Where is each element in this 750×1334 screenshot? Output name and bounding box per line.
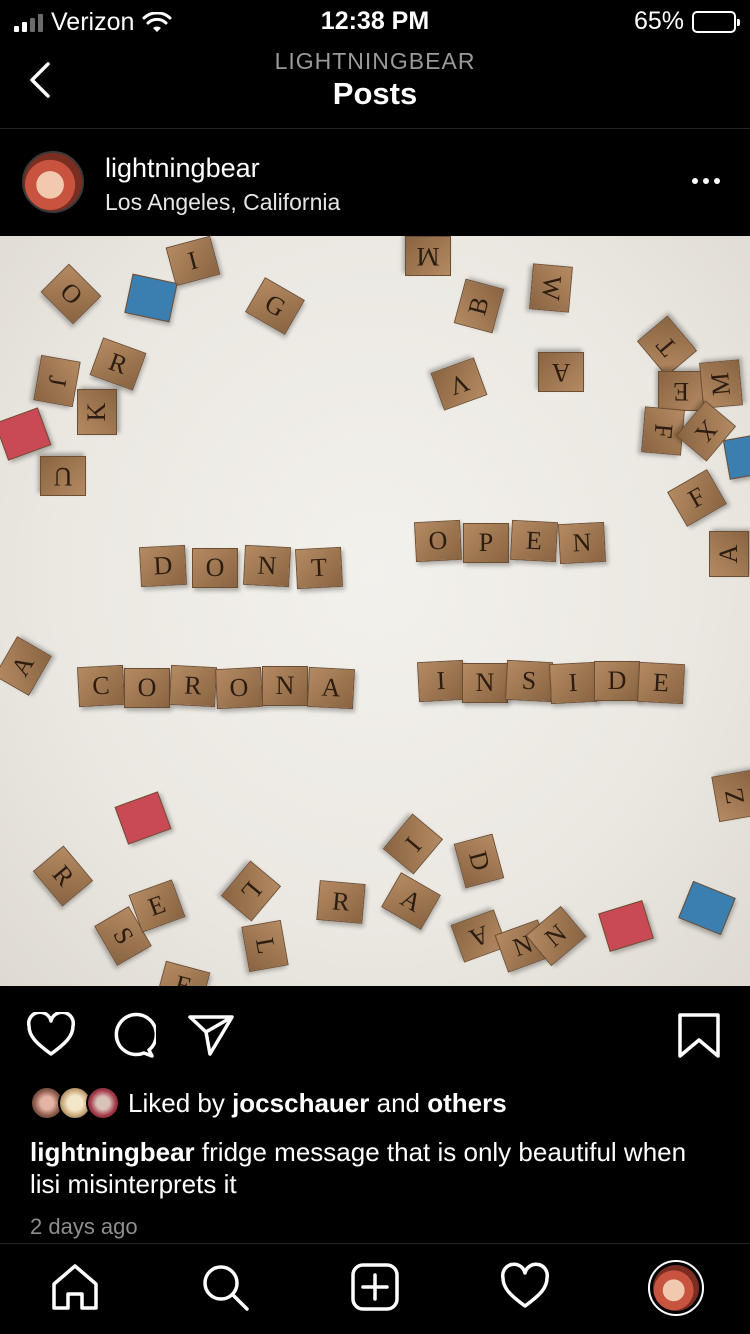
more-horizontal-icon[interactable] <box>686 171 726 191</box>
letter-tile: P <box>463 523 509 563</box>
letter-tile: L <box>220 860 282 922</box>
letter-tile: S <box>504 659 554 703</box>
avatar <box>86 1086 120 1120</box>
status-right: 65% <box>633 7 740 36</box>
letter-tile: R <box>89 337 147 391</box>
letter-tile: E <box>658 371 704 411</box>
letter-tile: M <box>405 236 451 276</box>
letter-tile: A <box>709 531 749 577</box>
likes-prefix: Liked by <box>128 1087 225 1118</box>
letter-tile: A <box>0 636 52 696</box>
letter-tile: N <box>242 544 292 588</box>
page-title: Posts <box>332 76 418 111</box>
heart-icon[interactable] <box>26 1012 76 1058</box>
bonus-tile <box>678 880 736 936</box>
letter-tile: A <box>306 666 356 710</box>
letter-tile: A <box>381 872 441 930</box>
letter-tile: N <box>462 663 508 703</box>
post-timestamp: 2 days ago <box>30 1214 138 1239</box>
post-username[interactable]: lightningbear <box>105 153 260 184</box>
plus-square-icon[interactable] <box>350 1262 400 1312</box>
letter-tile: J <box>33 354 81 408</box>
letter-tile: O <box>413 519 463 563</box>
letter-tile: O <box>192 548 238 588</box>
likes-text: Liked by jocschauer and others <box>128 1088 507 1119</box>
letter-tile: G <box>245 277 305 335</box>
letter-tile: E <box>509 519 559 563</box>
likes-and: and <box>376 1087 420 1118</box>
letter-tile: B <box>453 278 505 334</box>
post-photo[interactable]: DONTOPENCORONAINSIDEOIGRJKUMBWVATEMFXFAA… <box>0 236 750 986</box>
letter-tile: D <box>594 661 640 701</box>
bonus-tile <box>0 407 52 461</box>
letter-tile: Z <box>711 769 750 823</box>
letter-tile: I <box>382 813 444 875</box>
letter-tile: V <box>430 357 488 411</box>
letter-tile: U <box>40 456 86 496</box>
letter-tile: E <box>155 960 211 986</box>
letter-tile: O <box>214 666 264 710</box>
caption: lightningbear fridge message that is onl… <box>30 1136 720 1200</box>
letter-tile: R <box>32 845 94 907</box>
letter-tile: C <box>76 664 126 708</box>
letter-tile: F <box>667 469 727 527</box>
letter-tile: W <box>529 263 573 313</box>
paper-plane-icon[interactable] <box>186 1012 236 1058</box>
bonus-tile <box>114 791 172 845</box>
letter-tile: O <box>124 668 170 708</box>
profile-tab-avatar[interactable] <box>648 1260 704 1316</box>
post-location[interactable]: Los Angeles, California <box>105 189 340 216</box>
letter-tile: L <box>241 919 289 973</box>
battery-percent: 65% <box>633 7 684 35</box>
letter-tile: I <box>416 659 466 703</box>
letter-tile: T <box>636 315 698 377</box>
letter-tile: A <box>538 352 584 392</box>
letter-tile: T <box>294 546 344 590</box>
letter-tile: E <box>636 661 686 705</box>
letter-tile: D <box>138 544 188 588</box>
avatar[interactable] <box>22 151 84 213</box>
letter-tile: K <box>77 389 117 435</box>
bonus-tile <box>598 900 654 952</box>
likes-row[interactable]: Liked by jocschauer and others <box>30 1085 507 1121</box>
battery-icon <box>692 10 740 33</box>
letter-tile: N <box>557 521 607 565</box>
letter-tile: O <box>40 263 102 325</box>
heart-icon[interactable] <box>500 1262 550 1312</box>
tab-bar <box>0 1243 750 1334</box>
likes-others[interactable]: others <box>427 1088 506 1118</box>
caption-username[interactable]: lightningbear <box>30 1137 195 1167</box>
search-icon[interactable] <box>200 1262 250 1312</box>
letter-tile: N <box>262 666 308 706</box>
bonus-tile <box>722 432 750 480</box>
letter-tile: R <box>316 880 366 924</box>
comment-icon[interactable] <box>106 1012 156 1058</box>
letter-tile: I <box>165 236 221 287</box>
status-bar: Verizon 12:38 PM 65% <box>0 0 750 40</box>
letter-tile: I <box>548 661 598 705</box>
letter-tile: D <box>453 833 505 889</box>
letter-tile: R <box>168 664 218 708</box>
bookmark-icon[interactable] <box>674 1012 724 1058</box>
liked-by-user[interactable]: jocschauer <box>232 1088 369 1118</box>
post-header: lightningbear Los Angeles, California <box>0 129 750 236</box>
home-icon[interactable] <box>50 1262 100 1312</box>
bonus-tile <box>124 273 178 323</box>
nav-subtitle: LIGHTNINGBEAR <box>274 48 476 74</box>
post-actions <box>0 986 750 1081</box>
liker-avatars <box>30 1086 122 1120</box>
nav-header: LIGHTNINGBEAR Posts <box>0 40 750 128</box>
